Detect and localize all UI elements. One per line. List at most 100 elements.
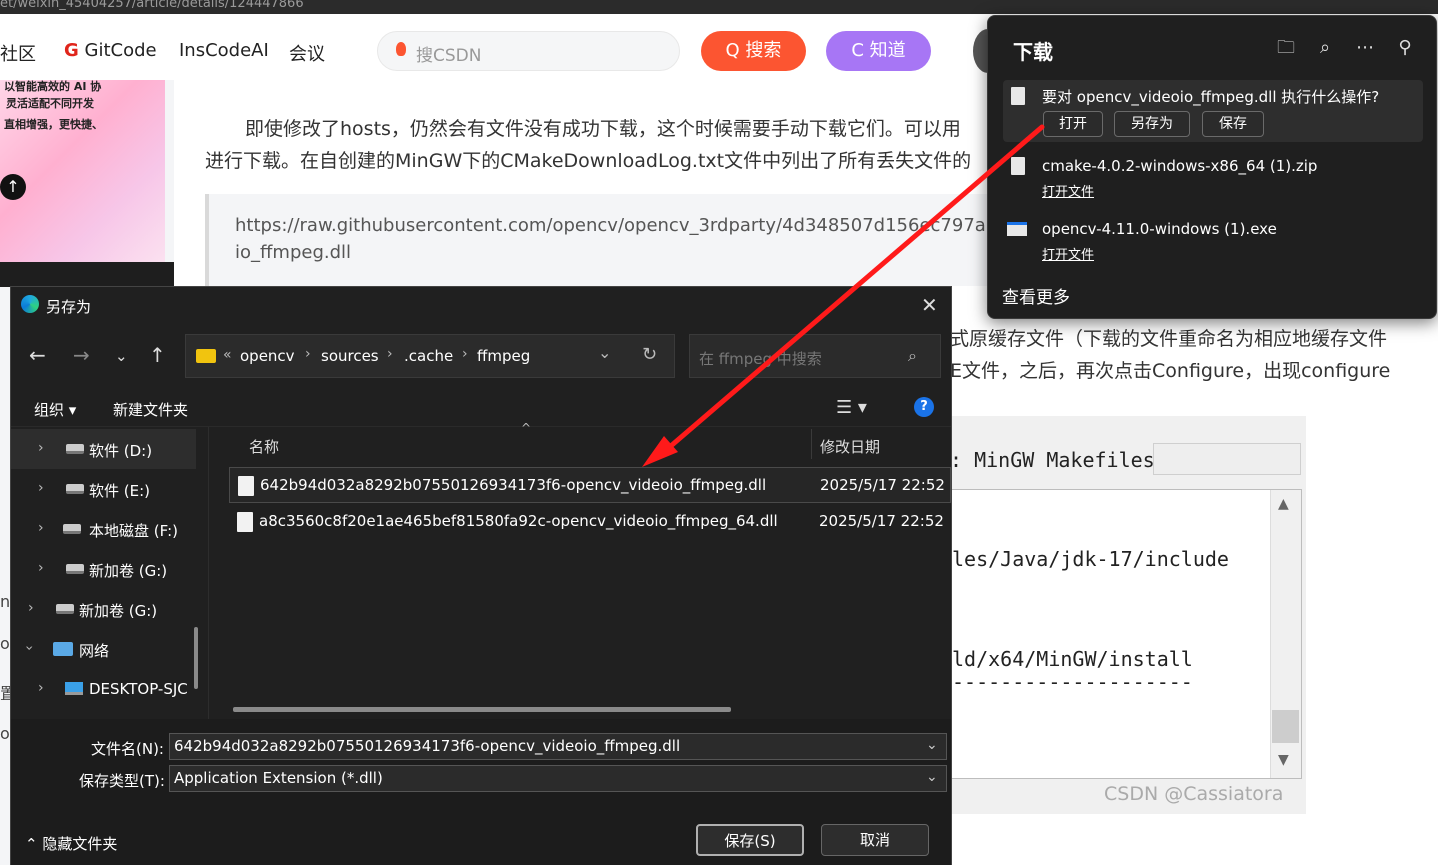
chevron-right-icon[interactable]: › [38, 520, 44, 536]
chevron-right-icon[interactable]: › [38, 680, 44, 696]
file-row[interactable]: 642b94d032a8292b07550126934173f6-opencv_… [229, 467, 951, 503]
hide-folders-toggle[interactable]: ⌃ 隐藏文件夹 [25, 833, 117, 854]
download-item-name[interactable]: cmake-4.0.2-windows-x86_64 (1).zip [1042, 157, 1317, 175]
filetype-value: Application Extension (*.dll) [174, 769, 383, 787]
nav-meeting-link[interactable]: 会议 [289, 40, 325, 66]
refresh-icon[interactable]: ↻ [642, 344, 657, 365]
nav-item-desktop[interactable]: › DESKTOP-SJC [11, 669, 196, 709]
pane-divider[interactable] [208, 427, 209, 719]
nav-item-label: 新加卷 (G:) [89, 562, 168, 580]
chevron-down-icon[interactable]: ⌄ [598, 343, 611, 362]
sort-up-icon: ^ [521, 421, 532, 435]
csdn-zhidao-button[interactable]: C 知道 [826, 31, 931, 71]
dialog-titlebar[interactable]: 另存为 ✕ [11, 287, 951, 323]
search-icon[interactable]: ⌕ [1313, 36, 1337, 60]
organize-menu[interactable]: 组织 ▾ [34, 399, 76, 420]
forward-arrow-icon[interactable]: → [73, 343, 90, 367]
chevron-down-icon[interactable]: › [21, 645, 37, 651]
code-line-1: https://raw.githubusercontent.com/opencv… [235, 215, 1009, 236]
nav-item-network[interactable]: › 网络 [11, 629, 196, 669]
chevron-up-icon: ⌃ [25, 835, 38, 853]
overflow-chevron-icon[interactable]: « [223, 347, 232, 363]
chevron-right-icon[interactable]: › [462, 346, 468, 362]
file-list-header: ^ 名称 修改日期 [229, 421, 951, 465]
chevron-right-icon[interactable]: › [305, 346, 311, 362]
nav-item-drive-g[interactable]: › 新加卷 (G:) [11, 549, 196, 589]
chevron-right-icon[interactable]: › [28, 600, 34, 616]
cmake-line-1: les/Java/jdk-17/include [952, 547, 1229, 571]
nav-item-drive-f[interactable]: › 本地磁盘 (F:) [11, 509, 196, 549]
pin-icon[interactable]: ⚲ [1393, 36, 1417, 60]
column-header-name[interactable]: 名称 [249, 436, 279, 457]
view-options-icon[interactable]: ☰ ▾ [836, 397, 867, 418]
csdn-search-button[interactable]: Q 搜索 [701, 31, 806, 71]
close-icon[interactable]: ✕ [921, 293, 938, 317]
breadcrumb-cache[interactable]: .cache [404, 347, 453, 365]
filename-value: 642b94d032a8292b07550126934173f6-opencv_… [174, 737, 681, 755]
download-prompt-text: 要对 opencv_videoio_ffmpeg.dll 执行什么操作? [1042, 88, 1380, 106]
address-url[interactable]: et/weixin_45404257/article/details/12444… [0, 0, 304, 11]
new-folder-button[interactable]: 新建文件夹 [113, 399, 188, 420]
nav-scrollbar[interactable] [194, 627, 198, 689]
chevron-right-icon[interactable]: › [38, 440, 44, 456]
drive-icon [66, 564, 84, 574]
nav-item-drive-g-2[interactable]: › 新加卷 (G:) [11, 589, 196, 629]
file-row[interactable]: a8c3560c8f20e1ae465bef81580fa92c-opencv_… [229, 504, 951, 540]
article-right-line2: E文件，之后，再次点击Configure，出现configure [950, 360, 1391, 382]
more-icon[interactable]: ⋯ [1353, 36, 1377, 60]
folder-search-input[interactable]: 在 ffmpeg 中搜索 ⌕ [689, 334, 941, 378]
drive-icon [66, 444, 84, 454]
nav-item-label: 软件 (E:) [89, 482, 151, 500]
chevron-down-icon[interactable]: ⌄ [115, 347, 128, 365]
downloads-see-more-link[interactable]: 查看更多 [1002, 283, 1070, 308]
download-save-as-button[interactable]: 另存为 [1114, 111, 1190, 137]
drive-icon [63, 524, 81, 534]
chevron-right-icon[interactable]: › [38, 480, 44, 496]
cmake-generator-text: : MinGW Makefiles [950, 448, 1155, 472]
breadcrumb-ffmpeg[interactable]: ffmpeg [477, 347, 530, 365]
nav-item-label: 网络 [79, 642, 110, 660]
csdn-search-input[interactable]: 搜CSDN [377, 31, 680, 71]
cancel-button[interactable]: 取消 [821, 824, 929, 856]
cmake-scroll-thumb [1272, 710, 1299, 743]
file-name: 642b94d032a8292b07550126934173f6-opencv_… [260, 476, 767, 494]
download-open-button[interactable]: 打开 [1043, 111, 1103, 137]
chevron-right-icon[interactable]: › [387, 346, 393, 362]
cmake-field [1153, 443, 1301, 475]
address-breadcrumb-bar[interactable]: « opencv › sources › .cache › ffmpeg ⌄ ↻ [185, 334, 675, 378]
horizontal-scrollbar[interactable] [233, 707, 731, 712]
chevron-down-icon[interactable]: ⌄ [926, 737, 938, 753]
cmake-output-box [946, 489, 1302, 779]
download-open-file-link[interactable]: 打开文件 [1042, 244, 1094, 263]
nav-item-drive-d[interactable]: › 软件 (D:) [11, 429, 196, 469]
code-line-2: io_ffmpeg.dll [235, 242, 352, 263]
nav-inscode-link[interactable]: InsCodeAI [179, 40, 269, 61]
filetype-select[interactable]: Application Extension (*.dll) ⌄ [169, 765, 947, 792]
breadcrumb-sources[interactable]: sources [321, 347, 379, 365]
column-header-date[interactable]: 修改日期 [820, 436, 880, 457]
download-item-name[interactable]: opencv-4.11.0-windows (1).exe [1042, 220, 1277, 238]
arrow-up-icon[interactable]: ↑ [0, 174, 26, 200]
breadcrumb-opencv[interactable]: opencv [240, 347, 295, 365]
download-save-button[interactable]: 保存 [1202, 111, 1264, 137]
nav-item-drive-e[interactable]: › 软件 (E:) [11, 469, 196, 509]
download-open-file-link[interactable]: 打开文件 [1042, 181, 1094, 200]
nav-community-link[interactable]: 社区 [0, 40, 36, 66]
promo-banner[interactable]: 以智能高效的 AI 协 灵活适配不同开发 直相增强，更快捷、 ↑ [0, 80, 165, 262]
save-button[interactable]: 保存(S) [696, 824, 804, 856]
back-arrow-icon[interactable]: ← [29, 343, 46, 367]
hide-folders-label: 隐藏文件夹 [42, 835, 118, 853]
chevron-right-icon[interactable]: › [38, 560, 44, 576]
filename-input[interactable]: 642b94d032a8292b07550126934173f6-opencv_… [169, 733, 947, 760]
column-divider[interactable] [811, 429, 812, 459]
chevron-down-icon[interactable]: ⌄ [926, 769, 938, 785]
folder-icon [196, 349, 216, 363]
file-icon [1011, 87, 1025, 105]
zip-file-icon [1011, 157, 1025, 175]
fire-icon [396, 42, 406, 56]
csdn-watermark: CSDN @Cassiatora [1104, 783, 1284, 805]
nav-gitcode-link[interactable]: G GitCode [64, 40, 157, 61]
help-icon[interactable]: ? [914, 397, 934, 417]
folder-icon[interactable]: 🗀 [1274, 36, 1298, 60]
up-arrow-icon[interactable]: ↑ [149, 343, 166, 367]
